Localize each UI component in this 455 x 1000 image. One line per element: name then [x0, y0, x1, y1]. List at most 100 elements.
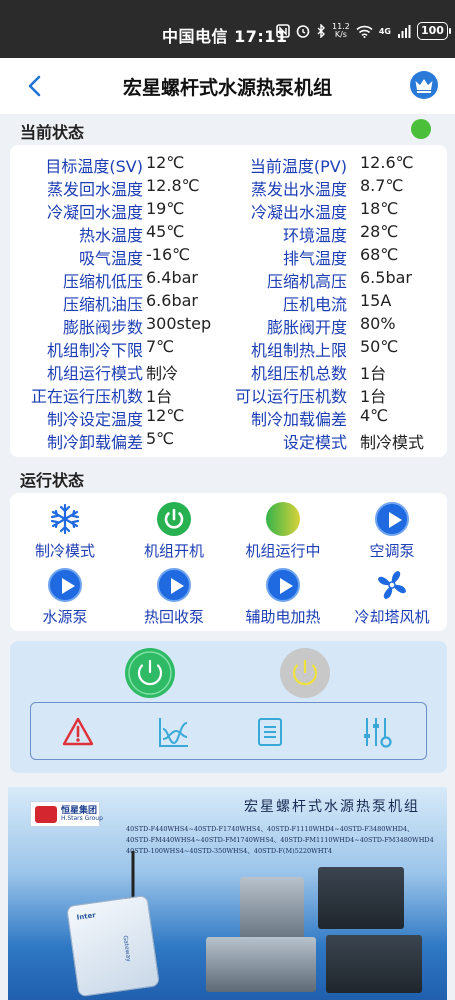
param-row: 目标温度(SV) 12℃ 当前温度(PV) 12.6℃: [10, 153, 447, 176]
param-label: 排气温度: [282, 249, 347, 268]
param-value: 6.5bar: [360, 268, 412, 287]
play-icon: [375, 502, 409, 536]
param-row: 制冷设定温度 12℃ 制冷加载偏差 4℃: [10, 406, 447, 429]
net-speed: 11.2 K/s: [332, 22, 350, 39]
param-value: 制冷: [146, 364, 179, 383]
run-item-heat-recovery-pump: 热回收泵: [119, 568, 229, 627]
param-value: 7℃: [146, 337, 175, 356]
wifi-icon: [356, 25, 373, 38]
page-title: 宏星螺杆式水源热泵机组: [122, 77, 332, 99]
running-state-heading: 运行状态: [20, 471, 85, 490]
status-icons: 11.2 K/s 4G 100: [276, 22, 451, 40]
product-banner: 恒星集团 H.Stars Group 宏星螺杆式水源热泵机组 40STD-F44…: [8, 787, 447, 1000]
run-item-label: 制冷模式: [34, 542, 95, 560]
param-label: 机组制冷下限: [46, 341, 143, 360]
banner-model-line: 40STD-100WHS4~40STD-350WHS4、40STD-F(M)52…: [126, 847, 332, 855]
param-label: 机组制热上限: [250, 341, 347, 360]
param-label: 设定模式: [282, 433, 347, 452]
param-value: 18℃: [360, 199, 399, 218]
run-item-aux-heater: 辅助电加热: [228, 568, 338, 627]
param-label: 制冷卸载偏差: [46, 433, 143, 452]
param-label: 机组压机总数: [250, 364, 347, 383]
param-label: 蒸发回水温度: [46, 180, 143, 199]
battery-indicator: 100: [416, 22, 451, 40]
banner-model-line: 40STD-F440WHS4~40STD-F1740WHS4、40STD-F11…: [126, 825, 414, 833]
carrier-time: 中国电信 17:11: [162, 27, 288, 46]
play-icon: [48, 568, 82, 602]
param-label: 膨胀阀步数: [62, 318, 143, 337]
run-item-ac-pump: 空调泵: [337, 502, 447, 561]
param-label: 蒸发出水温度: [250, 180, 347, 199]
param-value: 6.6bar: [146, 291, 198, 310]
function-toolbar: [30, 702, 427, 760]
fan-icon: [375, 568, 409, 602]
param-label: 环境温度: [282, 226, 347, 245]
product-unit-image: [318, 867, 404, 929]
run-item-source-pump: 水源泵: [10, 568, 120, 627]
run-item-unit-running: 机组运行中: [228, 502, 338, 561]
nfc-icon: [276, 24, 290, 38]
param-value: 4℃: [360, 406, 389, 425]
param-value: 68℃: [360, 245, 399, 264]
param-label: 冷凝出水温度: [250, 203, 347, 222]
param-label: 膨胀阀开度: [266, 318, 347, 337]
param-value: 12℃: [146, 153, 185, 172]
param-label: 制冷加载偏差: [250, 410, 347, 429]
param-value: 1台: [360, 364, 387, 383]
param-row: 膨胀阀步数 300step 膨胀阀开度 80%: [10, 314, 447, 337]
param-value: 6.4bar: [146, 268, 198, 287]
running-indicator-icon: [266, 502, 300, 536]
param-row: 机组制冷下限 7℃ 机组制热上限 50℃: [10, 337, 447, 360]
param-label: 压缩机油压: [62, 295, 143, 314]
run-item-label: 辅助电加热: [245, 608, 321, 626]
param-label: 制冷设定温度: [46, 410, 143, 429]
alarm-clock-icon: [296, 25, 310, 38]
param-row: 压缩机油压 6.6bar 压机电流 15A: [10, 291, 447, 314]
param-label: 可以运行压机数: [234, 387, 347, 406]
control-panel: [10, 641, 447, 773]
param-value: 28℃: [360, 222, 399, 241]
trend-chart-icon[interactable]: [157, 715, 191, 749]
param-label: 吸气温度: [78, 249, 143, 268]
param-value: 80%: [360, 314, 396, 333]
param-label: 热水温度: [78, 226, 143, 245]
product-unit-image: [326, 935, 422, 993]
running-state-panel: 制冷模式 机组开机 机组运行中 空调泵 水源泵 热回收泵 辅助电加热 冷却塔风机: [10, 493, 447, 631]
param-value: 1台: [146, 387, 173, 406]
param-value: 8.7℃: [360, 176, 404, 195]
param-row: 热水温度 45℃ 环境温度 28℃: [10, 222, 447, 245]
brand-logo: 恒星集团 H.Stars Group: [30, 801, 103, 827]
list-icon[interactable]: [253, 715, 287, 749]
param-label: 目标温度(SV): [45, 157, 143, 176]
banner-model-line: 40STD-FM440WHS4~40STD-FM1740WHS4、40STD-F…: [126, 836, 434, 844]
signal-icon: [397, 24, 411, 38]
param-value: 12℃: [146, 406, 185, 425]
status-bar: 中国电信 17:11 11.2 K/s 4G 100: [0, 0, 455, 58]
power-off-button[interactable]: [280, 648, 330, 698]
param-value: 50℃: [360, 337, 399, 356]
run-item-label: 机组开机: [143, 542, 204, 560]
param-row: 吸气温度 -16℃ 排气温度 68℃: [10, 245, 447, 268]
param-value: 1台: [360, 387, 387, 406]
run-item-cooling-tower-fan: 冷却塔风机: [337, 568, 447, 627]
power-on-icon: [157, 502, 191, 536]
power-on-button[interactable]: [125, 648, 175, 698]
param-row: 压缩机低压 6.4bar 压缩机高压 6.5bar: [10, 268, 447, 291]
param-label: 机组运行模式: [46, 364, 143, 383]
settings-sliders-icon[interactable]: [359, 715, 393, 749]
run-item-label: 热回收泵: [143, 608, 204, 626]
crown-icon[interactable]: [410, 71, 438, 99]
param-value: 15A: [360, 291, 392, 310]
param-label: 压缩机高压: [266, 272, 347, 291]
param-row: 蒸发回水温度 12.8℃ 蒸发出水温度 8.7℃: [10, 176, 447, 199]
param-value: 45℃: [146, 222, 185, 241]
alarm-icon[interactable]: [61, 715, 95, 749]
param-value: 12.8℃: [146, 176, 200, 195]
param-row: 制冷卸载偏差 5℃ 设定模式 制冷模式: [10, 429, 447, 452]
param-value: 制冷模式: [360, 433, 425, 452]
play-icon: [266, 568, 300, 602]
param-row: 机组运行模式 制冷 机组压机总数 1台: [10, 360, 447, 383]
run-item-label: 机组运行中: [245, 542, 321, 560]
param-value: 300step: [146, 314, 212, 333]
gateway-device-image: Inter Gateway: [65, 894, 161, 998]
